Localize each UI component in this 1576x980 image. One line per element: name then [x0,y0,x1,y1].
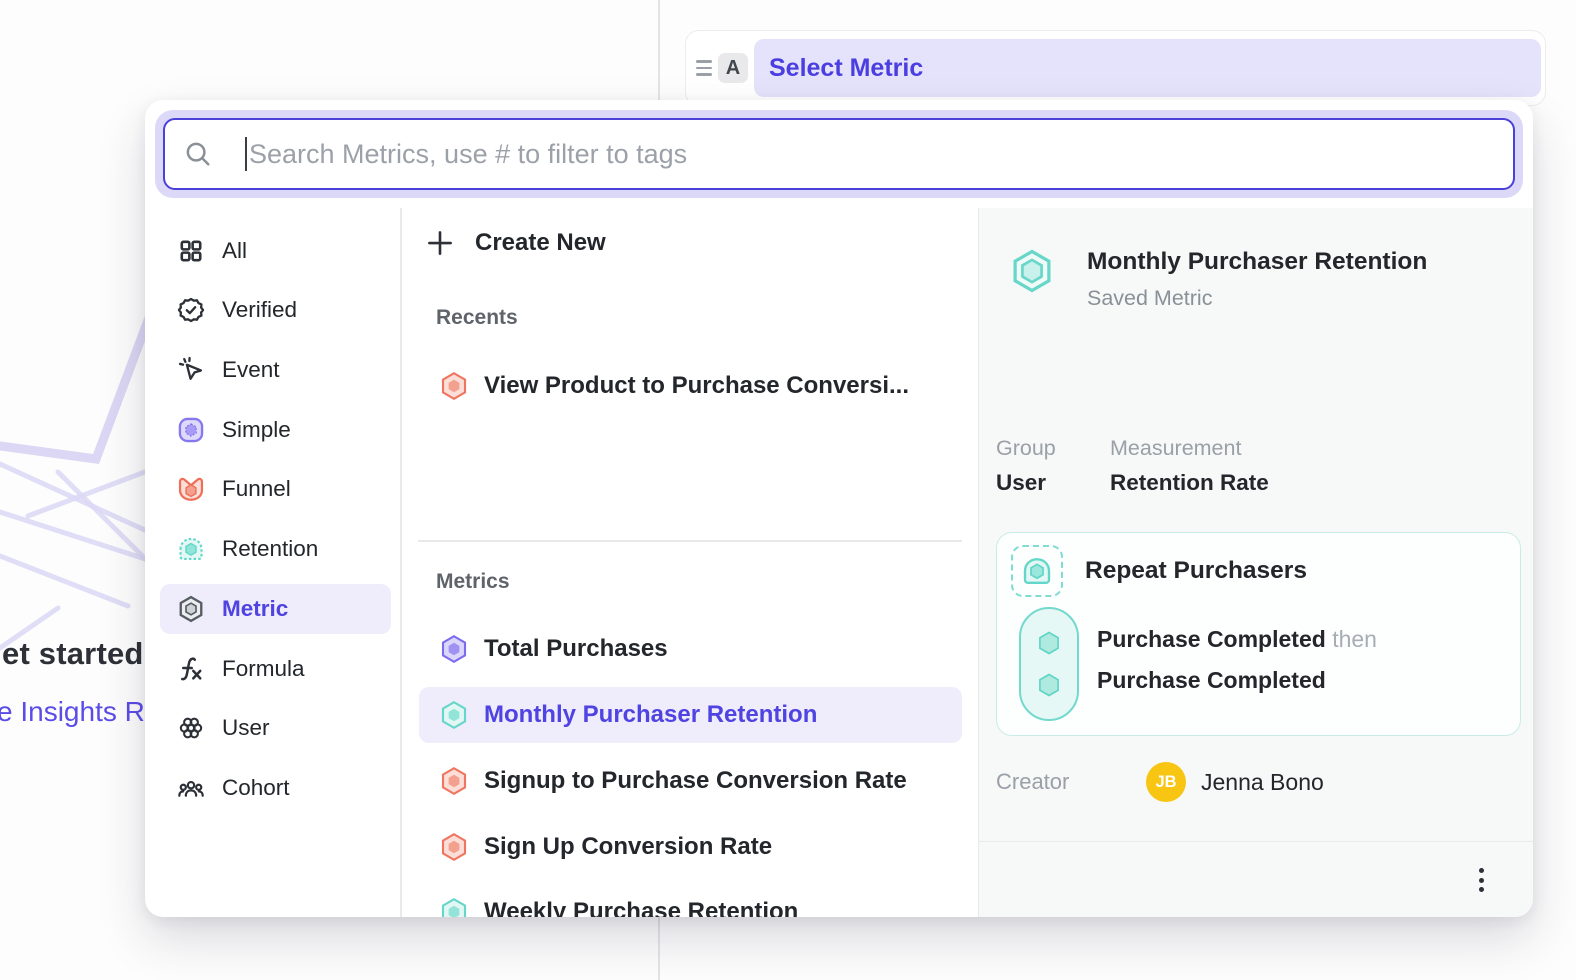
funnel-metric-icon [439,766,469,796]
select-metric-button[interactable]: Select Metric [754,39,1541,97]
detail-title: Monthly Purchaser Retention [1087,248,1427,276]
metric-icon [176,594,206,624]
detail-subtitle: Saved Metric [1087,286,1427,311]
definition-connector: then [1332,626,1377,652]
creator-avatar: JB [1146,762,1186,802]
group-label: Group [996,436,1086,461]
detail-footer [979,841,1533,917]
sidebar-item-label: Simple [222,417,291,443]
verified-badge-icon [176,295,206,325]
funnel-metric-icon [439,832,469,862]
text-caret [245,137,247,171]
sidebar-item-label: Cohort [222,775,290,801]
sidebar-item-label: User [222,715,270,741]
metric-item-label: Total Purchases [484,635,668,663]
sidebar-item-label: Metric [222,596,288,622]
sidebar-item-user[interactable]: User [160,703,391,753]
plus-icon [425,228,455,258]
background-insights-link[interactable]: e Insights Re [0,696,160,728]
metric-item-monthly-purchaser-retention[interactable]: Monthly Purchaser Retention [419,687,962,743]
metric-item-sign-up-conversion[interactable]: Sign Up Conversion Rate [419,819,962,875]
sidebar-item-metric[interactable]: Metric [160,584,391,634]
measurement-label: Measurement [1110,436,1269,461]
retention-metric-icon [439,897,469,917]
sidebar-item-simple[interactable]: Simple [160,405,391,455]
metric-item-weekly-purchase-retention[interactable]: Weekly Purchase Retention [419,884,962,917]
search-icon [183,139,213,169]
retention-icon [176,534,206,564]
creator-row: Creator JB Jenna Bono [996,760,1516,804]
sidebar-item-funnel[interactable]: Funnel [160,464,391,514]
sidebar-item-event[interactable]: Event [160,345,391,395]
metric-item-label: Weekly Purchase Retention [484,898,798,917]
recents-header: Recents [436,306,518,330]
sidebar-item-label: All [222,238,247,264]
funnel-metric-icon [439,371,469,401]
group-value: User [996,470,1086,496]
event-cursor-icon [176,355,206,385]
creator-name: Jenna Bono [1201,769,1324,796]
filter-sidebar: All Verified [145,208,400,917]
more-options-icon[interactable] [1467,864,1495,896]
sidebar-item-label: Verified [222,297,297,323]
metric-item-label: Monthly Purchaser Retention [484,701,817,729]
definition-step2: Purchase Completed [1097,660,1377,701]
cohort-people-icon [176,773,206,803]
sidebar-item-label: Event [222,357,280,383]
formula-icon [176,654,206,684]
sidebar-item-formula[interactable]: Formula [160,644,391,694]
creator-label: Creator [996,769,1126,795]
funnel-steps-capsule [1019,607,1079,721]
grid-icon [176,236,206,266]
definition-name: Repeat Purchasers [1085,557,1307,585]
saved-metric-icon [1009,248,1055,294]
metric-item-signup-to-purchase[interactable]: Signup to Purchase Conversion Rate [419,753,962,809]
retention-metric-icon [439,700,469,730]
step-hexagon-icon [1035,629,1063,657]
app-background: et started. e Insights Re A Select Metri… [0,0,1576,980]
metric-selector-bar: A Select Metric [685,30,1546,106]
sidebar-item-verified[interactable]: Verified [160,285,391,335]
step-hexagon-icon [1035,671,1063,699]
measurement-value: Retention Rate [1110,470,1269,496]
definition-step1: Purchase Completed [1097,626,1326,652]
metrics-header: Metrics [436,570,510,594]
recent-metric-item[interactable]: View Product to Purchase Conversi... [419,358,962,414]
search-focus-ring: Search Metrics, use # to filter to tags [155,110,1523,198]
metric-item-total-purchases[interactable]: Total Purchases [419,621,962,677]
metric-item-label: Signup to Purchase Conversion Rate [484,767,907,795]
drag-handle-icon[interactable] [696,60,712,76]
metric-detail-panel: Monthly Purchaser Retention Saved Metric… [979,208,1533,917]
sidebar-item-label: Formula [222,656,305,682]
simple-icon [176,415,206,445]
create-new-label: Create New [475,229,606,257]
metric-definition-card: Repeat Purchasers Purchase Completed the… [996,532,1521,736]
sidebar-item-label: Retention [222,536,318,562]
sidebar-item-all[interactable]: All [160,226,391,276]
retention-definition-icon [1011,545,1063,597]
recent-metric-label: View Product to Purchase Conversi... [484,372,909,400]
list-section-divider [418,540,962,542]
sidebar-item-label: Funnel [222,476,291,502]
series-letter-badge: A [718,53,748,83]
metric-item-label: Sign Up Conversion Rate [484,833,772,861]
sidebar-item-retention[interactable]: Retention [160,524,391,574]
create-new-button[interactable]: Create New [425,228,606,258]
funnel-icon [176,474,206,504]
sidebar-item-cohort[interactable]: Cohort [160,763,391,813]
metric-picker-modal: Search Metrics, use # to filter to tags … [145,100,1533,917]
search-placeholder: Search Metrics, use # to filter to tags [249,139,687,170]
search-input[interactable]: Search Metrics, use # to filter to tags [163,118,1515,190]
background-heading-fragment: et started. [2,636,152,672]
user-cluster-icon [176,713,206,743]
simple-metric-icon [439,634,469,664]
metric-list-panel: Create New Recents View Product to Purch… [401,208,978,917]
